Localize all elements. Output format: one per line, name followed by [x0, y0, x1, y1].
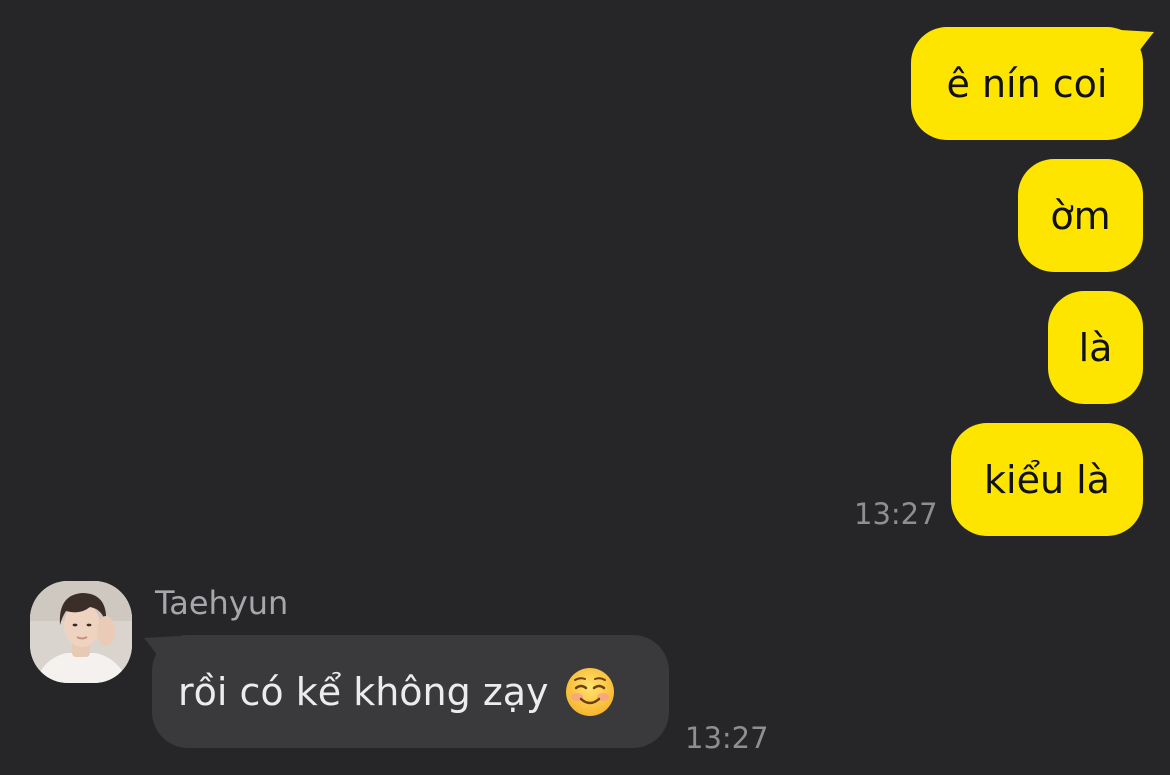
avatar-photo-icon — [30, 581, 132, 683]
outgoing-message-text: là — [1078, 325, 1113, 370]
incoming-timestamp: 13:27 — [685, 721, 769, 755]
sender-name: Taehyun — [155, 584, 289, 622]
incoming-message-text: rồi có kể không zạy — [178, 669, 549, 714]
avatar[interactable] — [30, 581, 132, 683]
smiling-face-emoji-icon — [565, 667, 614, 716]
outgoing-message-text: ờm — [1050, 193, 1111, 238]
outgoing-message-4[interactable]: kiểu là — [951, 423, 1143, 536]
outgoing-message-2[interactable]: ờm — [1018, 159, 1143, 272]
outgoing-message-3[interactable]: là — [1048, 291, 1143, 404]
outgoing-message-text: kiểu là — [984, 457, 1110, 502]
bubble-tail-icon — [1120, 30, 1154, 64]
incoming-message[interactable]: rồi có kể không zạy — [152, 635, 669, 748]
outgoing-message-text: ê nín coi — [946, 61, 1108, 106]
outgoing-timestamp: 13:27 — [854, 497, 938, 531]
outgoing-message-1[interactable]: ê nín coi — [911, 27, 1143, 140]
